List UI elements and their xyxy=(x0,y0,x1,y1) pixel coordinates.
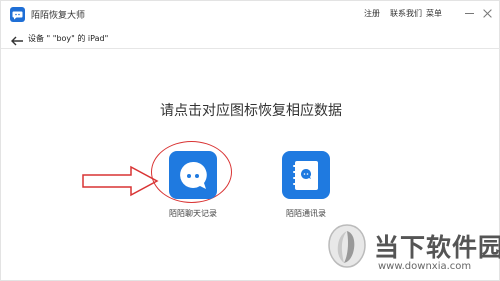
app-title: 陌陌恢复大师 xyxy=(31,11,86,21)
header-divider xyxy=(1,48,500,49)
contacts-label: 陌陌通讯录 xyxy=(286,209,326,218)
contacts-option[interactable]: 陌陌通讯录 xyxy=(271,151,341,219)
watermark-brand: 当下软件园 xyxy=(374,233,500,262)
register-link[interactable]: 注册 xyxy=(364,8,380,19)
contacts-book-icon[interactable] xyxy=(282,151,330,199)
menu-button[interactable]: 菜单 xyxy=(426,8,442,19)
watermark-logo-icon xyxy=(328,224,366,268)
chat-records-option[interactable]: 陌陌聊天记录 xyxy=(158,151,228,219)
minimize-button[interactable] xyxy=(463,6,477,20)
watermark-url: www.downxia.com xyxy=(378,261,472,272)
page-heading: 请点击对应图标恢复相应数据 xyxy=(160,103,342,119)
app-logo-icon xyxy=(10,7,25,22)
close-button[interactable] xyxy=(481,6,495,20)
back-arrow-icon[interactable] xyxy=(10,32,24,46)
watermark: 当下软件园 www.downxia.com xyxy=(326,223,500,281)
breadcrumb: 设备 " "boy" 的 iPad" xyxy=(28,34,109,43)
app-window: 陌陌恢复大师 注册 联系我们 菜单 设备 " "boy" 的 iPad" 请点击… xyxy=(0,0,500,281)
title-bar: 陌陌恢复大师 注册 联系我们 菜单 xyxy=(1,1,500,28)
red-arrow-annotation xyxy=(82,165,159,197)
chat-bubble-icon[interactable] xyxy=(169,151,217,199)
chat-records-label: 陌陌聊天记录 xyxy=(169,209,217,218)
contact-us-link[interactable]: 联系我们 xyxy=(390,8,422,19)
